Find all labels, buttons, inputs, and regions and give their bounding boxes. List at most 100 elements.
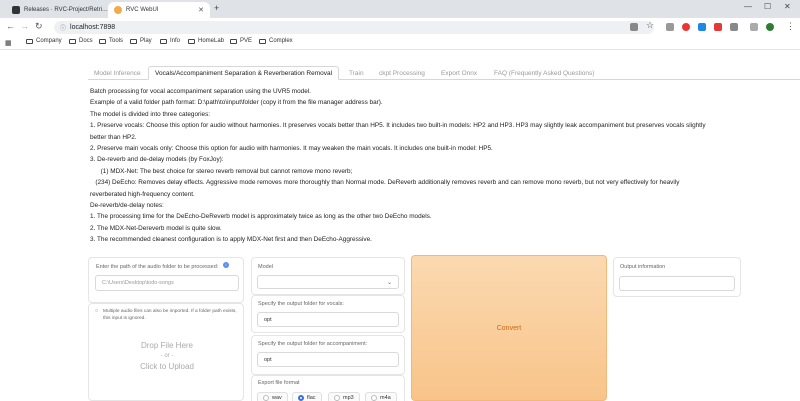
bookmark-complex[interactable]: Complex bbox=[259, 38, 293, 44]
bookmark-docs[interactable]: Docs bbox=[69, 38, 93, 44]
bookmark-label: Complex bbox=[269, 38, 293, 44]
puzzle-icon[interactable] bbox=[730, 23, 738, 31]
tab-train[interactable]: Train bbox=[343, 66, 370, 80]
format-mp3[interactable]: mp3 bbox=[328, 392, 360, 401]
extension-icon[interactable] bbox=[666, 23, 674, 31]
close-window-icon[interactable]: ✕ bbox=[784, 2, 791, 11]
output-panel: Output information bbox=[613, 257, 741, 297]
description-line: Batch processing for vocal accompaniment… bbox=[90, 88, 311, 95]
browser-tab-releases[interactable]: Releases · RVC-Project/Retri… ✕ bbox=[6, 2, 118, 18]
maximize-icon[interactable]: ☐ bbox=[764, 2, 771, 11]
bookmark-label: Tools bbox=[109, 38, 124, 44]
bookmark-label: HomeLab bbox=[198, 38, 225, 44]
accomp-folder-input[interactable]: opt bbox=[257, 352, 399, 367]
vocals-folder-input[interactable]: opt bbox=[257, 312, 399, 327]
tab-vocal-separation[interactable]: Vocals/Accompaniment Separation & Reverb… bbox=[148, 66, 340, 80]
sidebar-icon[interactable] bbox=[750, 23, 758, 31]
format-wav[interactable]: wav bbox=[257, 392, 288, 401]
radio-icon bbox=[371, 394, 377, 401]
format-m4a[interactable]: m4a bbox=[365, 392, 397, 401]
tab-export-onnx[interactable]: Export Onnx bbox=[435, 66, 483, 80]
description-line: 1. The processing time for the DeEcho-De… bbox=[90, 213, 432, 221]
convert-button[interactable]: Convert bbox=[411, 255, 607, 401]
tab-faq[interactable]: FAQ (Frequently Asked Questions) bbox=[488, 66, 600, 80]
description-line: 1. Preserve vocals: Choose this option f… bbox=[90, 122, 708, 141]
folder-icon bbox=[130, 38, 137, 44]
adblock-icon[interactable] bbox=[682, 23, 690, 31]
extension-icon[interactable] bbox=[714, 23, 722, 31]
forward-icon[interactable]: → bbox=[20, 21, 29, 31]
output-label: Output information bbox=[620, 264, 666, 270]
minimize-icon[interactable]: — bbox=[744, 2, 752, 11]
menu-icon[interactable]: ⋮ bbox=[786, 21, 795, 32]
format-option-label: m4a bbox=[380, 394, 391, 401]
file-upload-panel: ○ Multiple audio files can also be impor… bbox=[88, 303, 244, 401]
address-bar-row: ← → ↻ ⓘ localhost:7898 ☆ ⋮ bbox=[0, 18, 800, 36]
bookmark-label: Company bbox=[36, 38, 62, 44]
radio-icon bbox=[263, 394, 269, 401]
folder-icon bbox=[230, 38, 237, 44]
site-info-icon[interactable]: ⓘ bbox=[60, 23, 66, 32]
description-line: 2. Preserve main vocals only: Choose thi… bbox=[90, 145, 493, 153]
browser-tab-strip: Releases · RVC-Project/Retri… ✕ RVC WebU… bbox=[0, 0, 800, 18]
folder-icon bbox=[26, 38, 33, 44]
radio-selected-icon bbox=[298, 394, 304, 401]
upload-hint: Multiple audio files can also be importe… bbox=[103, 309, 237, 321]
tab-ckpt-processing[interactable]: ckpt Processing bbox=[373, 66, 431, 80]
bookmark-company[interactable]: Company bbox=[26, 38, 62, 44]
translate-icon[interactable] bbox=[630, 23, 638, 31]
output-textbox[interactable] bbox=[619, 276, 735, 291]
apps-grid-icon[interactable]: ▦ bbox=[5, 39, 12, 47]
vocals-folder-panel: Specify the output folder for vocals: op… bbox=[251, 295, 405, 333]
reload-icon[interactable]: ↻ bbox=[35, 21, 43, 32]
description-line: (1) MDX-Net: The best choice for stereo … bbox=[90, 167, 353, 175]
chevron-down-icon: ⌄ bbox=[386, 279, 392, 286]
description-text: Batch processing for vocal accompaniment… bbox=[90, 86, 710, 246]
bookmark-label: Info bbox=[170, 38, 181, 44]
drop-upload: Click to Upload bbox=[140, 362, 194, 371]
bookmark-label: Play bbox=[140, 38, 152, 44]
bookmark-tools[interactable]: Tools bbox=[99, 38, 123, 44]
accomp-folder-label: Specify the output folder for accompanim… bbox=[258, 341, 368, 347]
bookmark-label: Docs bbox=[79, 38, 93, 44]
close-icon[interactable]: ✕ bbox=[198, 6, 204, 14]
upload-info-icon: ○ bbox=[95, 308, 99, 314]
description-line: The model is divided into three categori… bbox=[90, 110, 211, 118]
model-panel: Model ⌄ bbox=[251, 257, 405, 295]
format-option-label: flac bbox=[307, 394, 316, 401]
folder-path-panel: Enter the path of the audio folder to be… bbox=[88, 257, 244, 303]
drop-title: Drop File Here bbox=[140, 341, 193, 350]
bookmark-label: PVE bbox=[240, 38, 253, 44]
app-tab-bar: Model Inference Vocals/Accompaniment Sep… bbox=[88, 66, 800, 80]
folder-path-input[interactable]: C:\Users\Desktop\todo-songs bbox=[95, 275, 239, 291]
format-option-label: mp3 bbox=[343, 394, 354, 401]
model-dropdown[interactable]: ⌄ bbox=[257, 275, 399, 289]
github-icon bbox=[12, 6, 20, 14]
bookmark-play[interactable]: Play bbox=[130, 38, 152, 44]
info-icon: i bbox=[223, 262, 229, 268]
description-line: 2. The MDX-Net-Dereverb model is quite s… bbox=[90, 224, 222, 232]
drop-zone[interactable]: Drop File Here - or - Click to Upload bbox=[89, 340, 245, 373]
format-option-label: wav bbox=[272, 394, 282, 401]
cloud-icon[interactable] bbox=[698, 23, 706, 31]
bookmark-pve[interactable]: PVE bbox=[230, 38, 252, 44]
radio-icon bbox=[334, 394, 340, 401]
gradio-icon bbox=[114, 6, 122, 14]
description-line: 3. The recommended cleanest configuratio… bbox=[90, 236, 372, 244]
format-label: Export file format bbox=[258, 380, 300, 386]
tab-model-inference[interactable]: Model Inference bbox=[88, 66, 147, 80]
bookmark-info[interactable]: Info bbox=[160, 38, 180, 44]
bookmark-star-icon[interactable]: ☆ bbox=[646, 20, 654, 31]
back-icon[interactable]: ← bbox=[6, 21, 15, 31]
browser-tab-rvc[interactable]: RVC WebUI ✕ bbox=[108, 2, 210, 18]
avatar[interactable] bbox=[766, 23, 774, 31]
drop-separator: - or - bbox=[160, 353, 174, 359]
url-field[interactable]: ⓘ localhost:7898 bbox=[54, 21, 654, 34]
model-label: Model bbox=[258, 264, 273, 270]
description-line: 3. De-reverb and de-delay models (by Fox… bbox=[90, 156, 224, 164]
folder-path-label: Enter the path of the audio folder to be… bbox=[96, 264, 219, 270]
bookmark-homelab[interactable]: HomeLab bbox=[188, 38, 224, 44]
new-tab-icon[interactable]: + bbox=[214, 3, 219, 13]
format-flac[interactable]: flac bbox=[292, 392, 322, 401]
url-text: localhost:7898 bbox=[70, 24, 116, 31]
